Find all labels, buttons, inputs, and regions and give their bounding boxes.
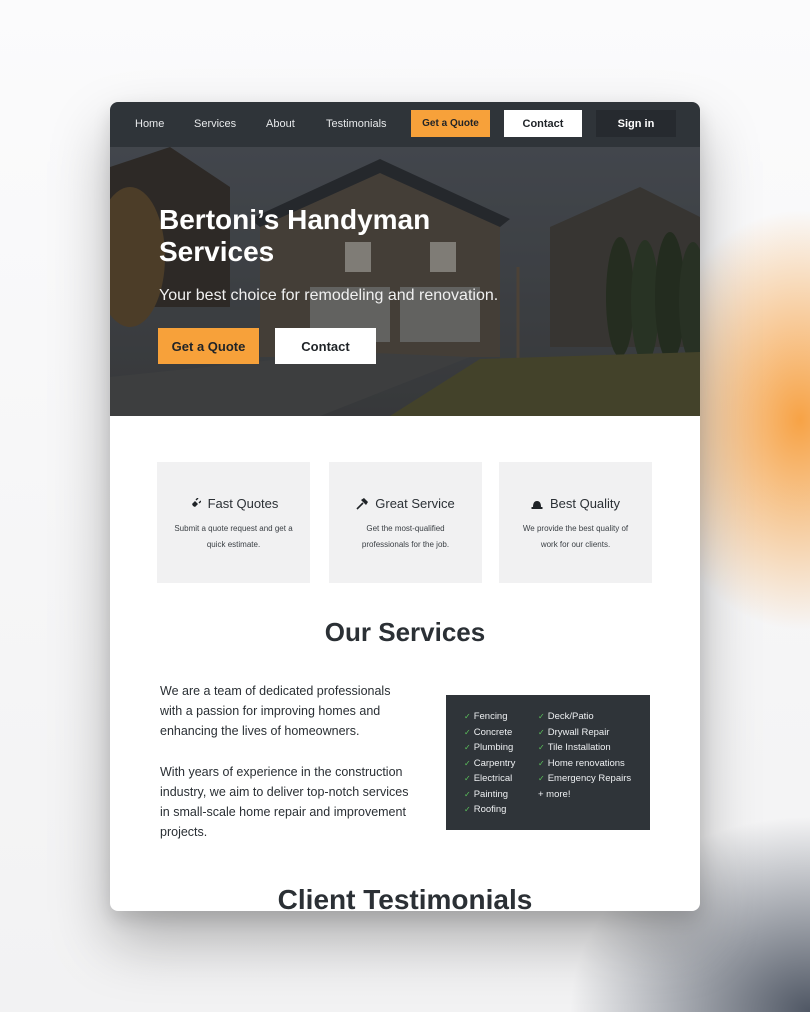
plug-icon	[189, 497, 201, 509]
nav-get-quote-button[interactable]: Get a Quote	[411, 110, 490, 137]
services-list-right: ✓ Deck/Patio ✓ Drywall Repair ✓ Tile Instal…	[538, 709, 631, 802]
check-icon: ✓	[538, 727, 545, 737]
check-icon: ✓	[538, 712, 545, 721]
feature-description: Submit a quote request and get a quick e…	[174, 524, 293, 549]
hard-hat-icon	[531, 500, 543, 509]
service-item: ✓ Electrical	[464, 773, 513, 784]
check-icon: ✓	[464, 712, 471, 721]
check-icon: ✓	[464, 727, 471, 737]
service-item: ✓ Roofing	[464, 804, 507, 815]
service-item: ✓ Tile Installation	[538, 742, 611, 753]
service-item: ✓ Drywall Repair	[538, 726, 610, 738]
services-list-left: ✓ Fencing ✓ Concrete ✓ Plumbing ✓ Carpentry …	[464, 709, 515, 818]
services-heading: Our Services	[324, 617, 486, 647]
services-list-box: ✓ Fencing ✓ Concrete ✓ Plumbing ✓ Carpentry …	[446, 695, 650, 830]
check-icon: ✓	[538, 758, 545, 768]
feature-card-best-quality: Best Quality We provide the best quality…	[499, 462, 652, 583]
nav-sign-in-button[interactable]: Sign in	[596, 110, 676, 137]
service-item: ✓ Emergency Repairs	[538, 773, 632, 784]
service-item: ✓ Home renovations	[538, 757, 625, 769]
nav-link-services[interactable]: Services	[194, 118, 236, 130]
hero-section: Bertoni’s Handyman Services Your best ch…	[110, 147, 700, 416]
check-icon: ✓	[464, 789, 471, 799]
nav-link-home[interactable]: Home	[135, 118, 164, 130]
check-icon: ✓	[464, 758, 471, 768]
check-icon: ✓	[464, 805, 471, 814]
hammer-icon	[356, 497, 369, 510]
service-item: ✓ Painting	[464, 788, 509, 800]
nav-link-testimonials[interactable]: Testimonials	[326, 118, 387, 130]
nav-contact-button[interactable]: Contact	[504, 110, 582, 137]
house-photo	[110, 147, 700, 416]
about-paragraph-1: We are a team of dedicated professionals…	[160, 684, 391, 738]
hero-title: Bertoni’s Handyman Services	[159, 204, 431, 267]
hero-contact-button[interactable]: Contact	[275, 328, 376, 364]
feature-description: Get the most-qualified professionals for…	[361, 524, 450, 549]
check-icon: ✓	[464, 743, 471, 752]
browser-window: Home Services About Testimonials Get a Q…	[110, 102, 700, 911]
nav-link-about[interactable]: About	[266, 118, 295, 130]
check-icon: ✓	[538, 774, 545, 783]
feature-title: Fast Quotes	[207, 496, 279, 511]
feature-card-great-service: Great Service Get the most-qualified pro…	[329, 462, 482, 583]
feature-description: We provide the best quality of work for …	[522, 524, 629, 549]
feature-title: Best Quality	[549, 496, 621, 511]
hero-get-quote-button[interactable]: Get a Quote	[158, 328, 259, 364]
testimonials-heading: Client Testimonials	[277, 884, 533, 911]
service-item: ✓ Carpentry	[464, 757, 516, 769]
service-item: ✓ Deck/Patio	[538, 711, 594, 722]
hero-subtitle: Your best choice for remodeling and reno…	[159, 287, 499, 304]
about-paragraph-2: With years of experience in the construc…	[160, 765, 409, 839]
top-nav: Home Services About Testimonials Get a Q…	[110, 102, 700, 147]
service-more: + more!	[538, 788, 571, 800]
feature-title: Great Service	[375, 496, 455, 511]
service-item: ✓ Concrete	[464, 726, 513, 738]
feature-card-fast-quotes: Fast Quotes Submit a quote request and g…	[157, 462, 310, 583]
check-icon: ✓	[538, 743, 545, 752]
service-item: ✓ Fencing	[464, 711, 508, 722]
check-icon: ✓	[464, 774, 471, 783]
service-item: ✓ Plumbing	[464, 742, 514, 753]
